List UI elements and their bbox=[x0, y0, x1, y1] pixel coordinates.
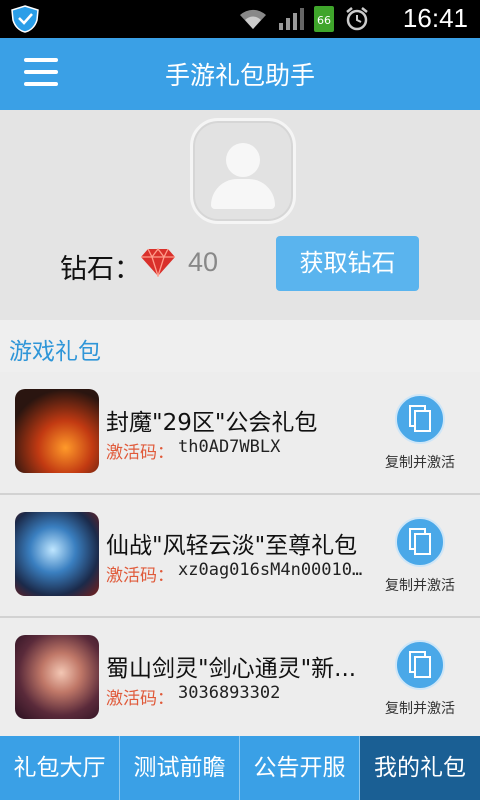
status-bar: 66 16:41 bbox=[0, 0, 480, 38]
section-header: 游戏礼包 bbox=[0, 320, 480, 372]
avatar[interactable] bbox=[190, 118, 296, 224]
copy-icon bbox=[395, 517, 445, 567]
battery-icon: 66 bbox=[314, 6, 334, 32]
avatar-body bbox=[211, 179, 275, 209]
code-label: 激活码： bbox=[106, 566, 174, 586]
security-shield-icon bbox=[11, 5, 39, 33]
tab-test-preview[interactable]: 测试前瞻 bbox=[120, 736, 240, 800]
copy-activate-button[interactable]: 复制并激活 bbox=[380, 517, 460, 595]
battery-level: 66 bbox=[317, 14, 331, 27]
alarm-clock-icon bbox=[346, 7, 368, 31]
section-title: 游戏礼包 bbox=[9, 339, 101, 365]
clock: 16:41 bbox=[402, 3, 468, 33]
game-icon-shushan bbox=[15, 635, 99, 719]
list-item[interactable]: 封魔"29区"公会礼包 激活码： th0AD7WBLX 复制并激活 bbox=[0, 372, 480, 495]
diamond-count: 40 bbox=[188, 247, 219, 277]
get-diamonds-button[interactable]: 获取钻石 bbox=[276, 236, 419, 291]
bottom-tab-bar: 礼包大厅 测试前瞻 公告开服 我的礼包 bbox=[0, 736, 480, 800]
tab-server-announcements[interactable]: 公告开服 bbox=[240, 736, 360, 800]
wifi-icon bbox=[240, 9, 266, 29]
copy-activate-label: 复制并激活 bbox=[385, 455, 455, 471]
copy-activate-button[interactable]: 复制并激活 bbox=[380, 394, 460, 472]
profile-panel: 钻石： 40 获取钻石 bbox=[0, 110, 480, 320]
tab-gift-hall[interactable]: 礼包大厅 bbox=[0, 736, 120, 800]
copy-activate-label: 复制并激活 bbox=[385, 701, 455, 717]
gift-list: 封魔"29区"公会礼包 激活码： th0AD7WBLX 复制并激活 仙战"风轻云… bbox=[0, 372, 480, 741]
copy-activate-label: 复制并激活 bbox=[385, 578, 455, 594]
title-bar: 手游礼包助手 bbox=[0, 38, 480, 110]
avatar-head bbox=[226, 143, 260, 177]
copy-activate-button[interactable]: 复制并激活 bbox=[380, 640, 460, 718]
gift-name: 仙战"风轻云淡"至尊礼包 bbox=[106, 533, 358, 559]
copy-icon bbox=[395, 394, 445, 444]
gift-name: 蜀山剑灵"剑心通灵"新... bbox=[106, 656, 357, 682]
activation-code: xz0ag016sM4n00010... bbox=[178, 560, 368, 580]
signal-icon bbox=[279, 8, 304, 30]
tab-my-gifts[interactable]: 我的礼包 bbox=[360, 736, 480, 800]
activation-code: 3036893302 bbox=[178, 683, 281, 703]
list-item[interactable]: 仙战"风轻云淡"至尊礼包 激活码： xz0ag016sM4n00010... 复… bbox=[0, 495, 480, 618]
app-title: 手游礼包助手 bbox=[164, 61, 315, 90]
game-icon-fengmo bbox=[15, 389, 99, 473]
gift-name: 封魔"29区"公会礼包 bbox=[106, 410, 318, 436]
copy-icon bbox=[395, 640, 445, 690]
code-label: 激活码： bbox=[106, 443, 174, 463]
list-item[interactable]: 蜀山剑灵"剑心通灵"新... 激活码： 3036893302 复制并激活 bbox=[0, 618, 480, 741]
code-label: 激活码： bbox=[106, 689, 174, 709]
diamond-icon bbox=[141, 247, 175, 277]
activation-code: th0AD7WBLX bbox=[178, 437, 281, 457]
diamond-label: 钻石： bbox=[60, 254, 141, 285]
game-icon-xianzhan bbox=[15, 512, 99, 596]
